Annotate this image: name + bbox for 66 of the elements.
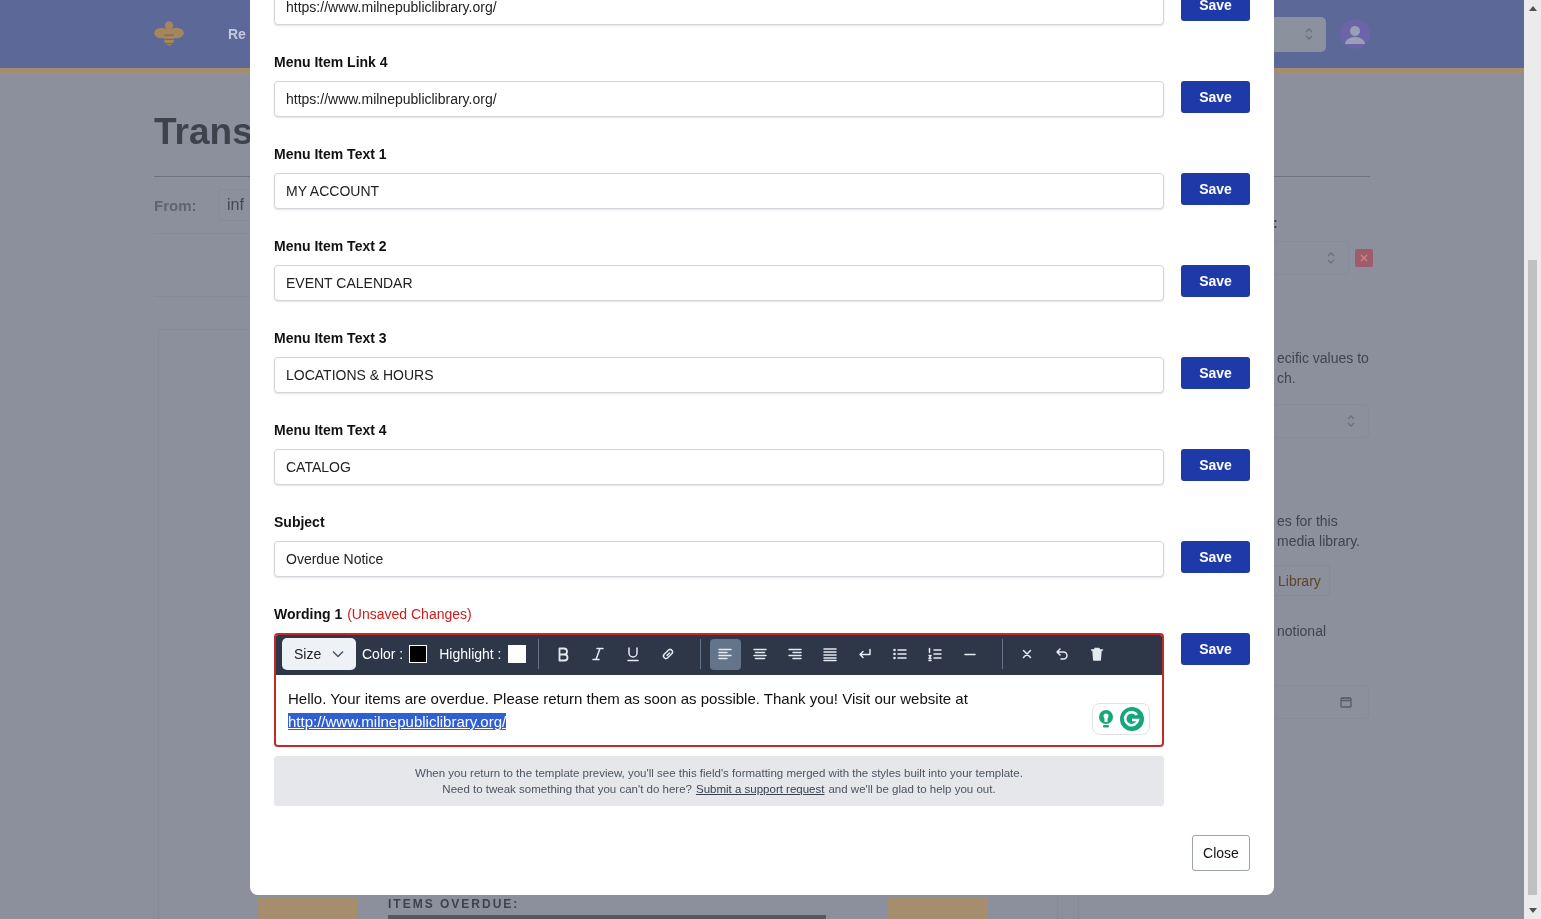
delete-icon [1089,646,1105,662]
align-center-icon [752,646,768,662]
chevron-updown-icon [1304,26,1314,42]
preview-heading: ITEMS OVERDUE: [388,897,521,911]
text-color-swatch[interactable] [409,645,428,663]
align-left-icon [717,646,733,662]
text-field[interactable]: LOCATIONS & HOURS [274,357,1164,393]
text-field[interactable]: CATALOG [274,449,1164,485]
field-label: Subject [274,514,325,530]
undo-icon [1054,646,1070,662]
arrow-up-icon[interactable] [1528,6,1537,11]
text-field[interactable]: Overdue Notice [274,541,1164,577]
message-text: Hello. Your items are overdue. Please return them as soon as possible. Thank you! Visit our website at [288,689,969,709]
panel-text: notional [1277,622,1327,641]
save-button[interactable]: Save [1181,449,1250,481]
save-button[interactable]: Save [1181,357,1250,389]
field-label: Menu Item Link 4 [274,54,388,70]
note-text: and we'll be glad to help you out. [828,782,996,797]
horizontal-rule-icon [964,652,976,656]
link-icon [660,646,676,662]
field-label: Menu Item Text 4 [274,422,387,438]
underline-icon [625,646,641,662]
field-label: Menu Item Text 3 [274,330,387,346]
save-button[interactable]: Save [1181,541,1250,573]
save-button[interactable]: Save [1181,633,1250,665]
rich-text-editor[interactable]: Size Color : Highlight : Hello. Your items are overdue. Please return them as soon as possible. Thank you! Visit our website at http://www.milnepubliclibrary.org/ [274,633,1164,747]
note-text: Need to tweak something that you can't do here? [442,782,692,797]
save-button[interactable]: Save [1181,173,1250,205]
panel-text: ch. [1277,369,1297,388]
color-label: Color : [362,646,404,662]
field-label: Menu Item Text 2 [274,238,387,254]
text-field[interactable]: https://www.milnepubliclibrary.org/ [274,0,1164,25]
align-left-tool[interactable] [709,638,741,670]
chevron-updown-icon [1346,413,1356,429]
field-label: Wording 1 [274,606,343,622]
close-button[interactable]: Close [1192,835,1250,871]
arrow-down-icon[interactable] [1528,908,1537,913]
text-field[interactable]: MY ACCOUNT [274,173,1164,209]
numbered-list-icon [927,646,943,662]
text-field[interactable]: https://www.milnepubliclibrary.org/ [274,81,1164,117]
save-button[interactable]: Save [1181,81,1250,113]
save-button[interactable]: Save [1181,265,1250,297]
text-field[interactable]: EVENT CALENDAR [274,265,1164,301]
highlight-color-swatch[interactable] [507,645,526,663]
ring-icon[interactable] [1119,706,1145,732]
lightbulb-icon[interactable] [1097,709,1115,729]
support-link[interactable]: Submit a support request [695,781,825,797]
save-button[interactable]: Save [1181,0,1250,21]
size-dropdown[interactable]: Size [282,638,356,670]
panel-text: ecific values to [1277,349,1369,368]
chevron-updown-icon [1326,250,1336,266]
website-link[interactable]: http://www.milnepubliclibrary.org/ [288,713,507,730]
field-label: Menu Item Text 1 [274,146,387,162]
align-right-icon [787,646,803,662]
unsaved-status: (Unsaved Changes) [347,606,472,622]
scrollbar[interactable] [1524,0,1541,919]
chevron-down-icon [332,650,344,658]
highlight-label: Highlight : [439,646,502,662]
calendar-icon [1340,696,1352,708]
italic-icon [590,646,606,662]
panel-label: : [1273,214,1278,233]
justify-icon [822,646,838,662]
bullet-list-icon [892,646,908,662]
note-text: When you return to the template preview, you'll see this field's formatting merged with the styles built into your template. [415,766,1023,781]
panel-text: media library. [1277,532,1360,551]
panel-text: es for this [1277,512,1339,531]
